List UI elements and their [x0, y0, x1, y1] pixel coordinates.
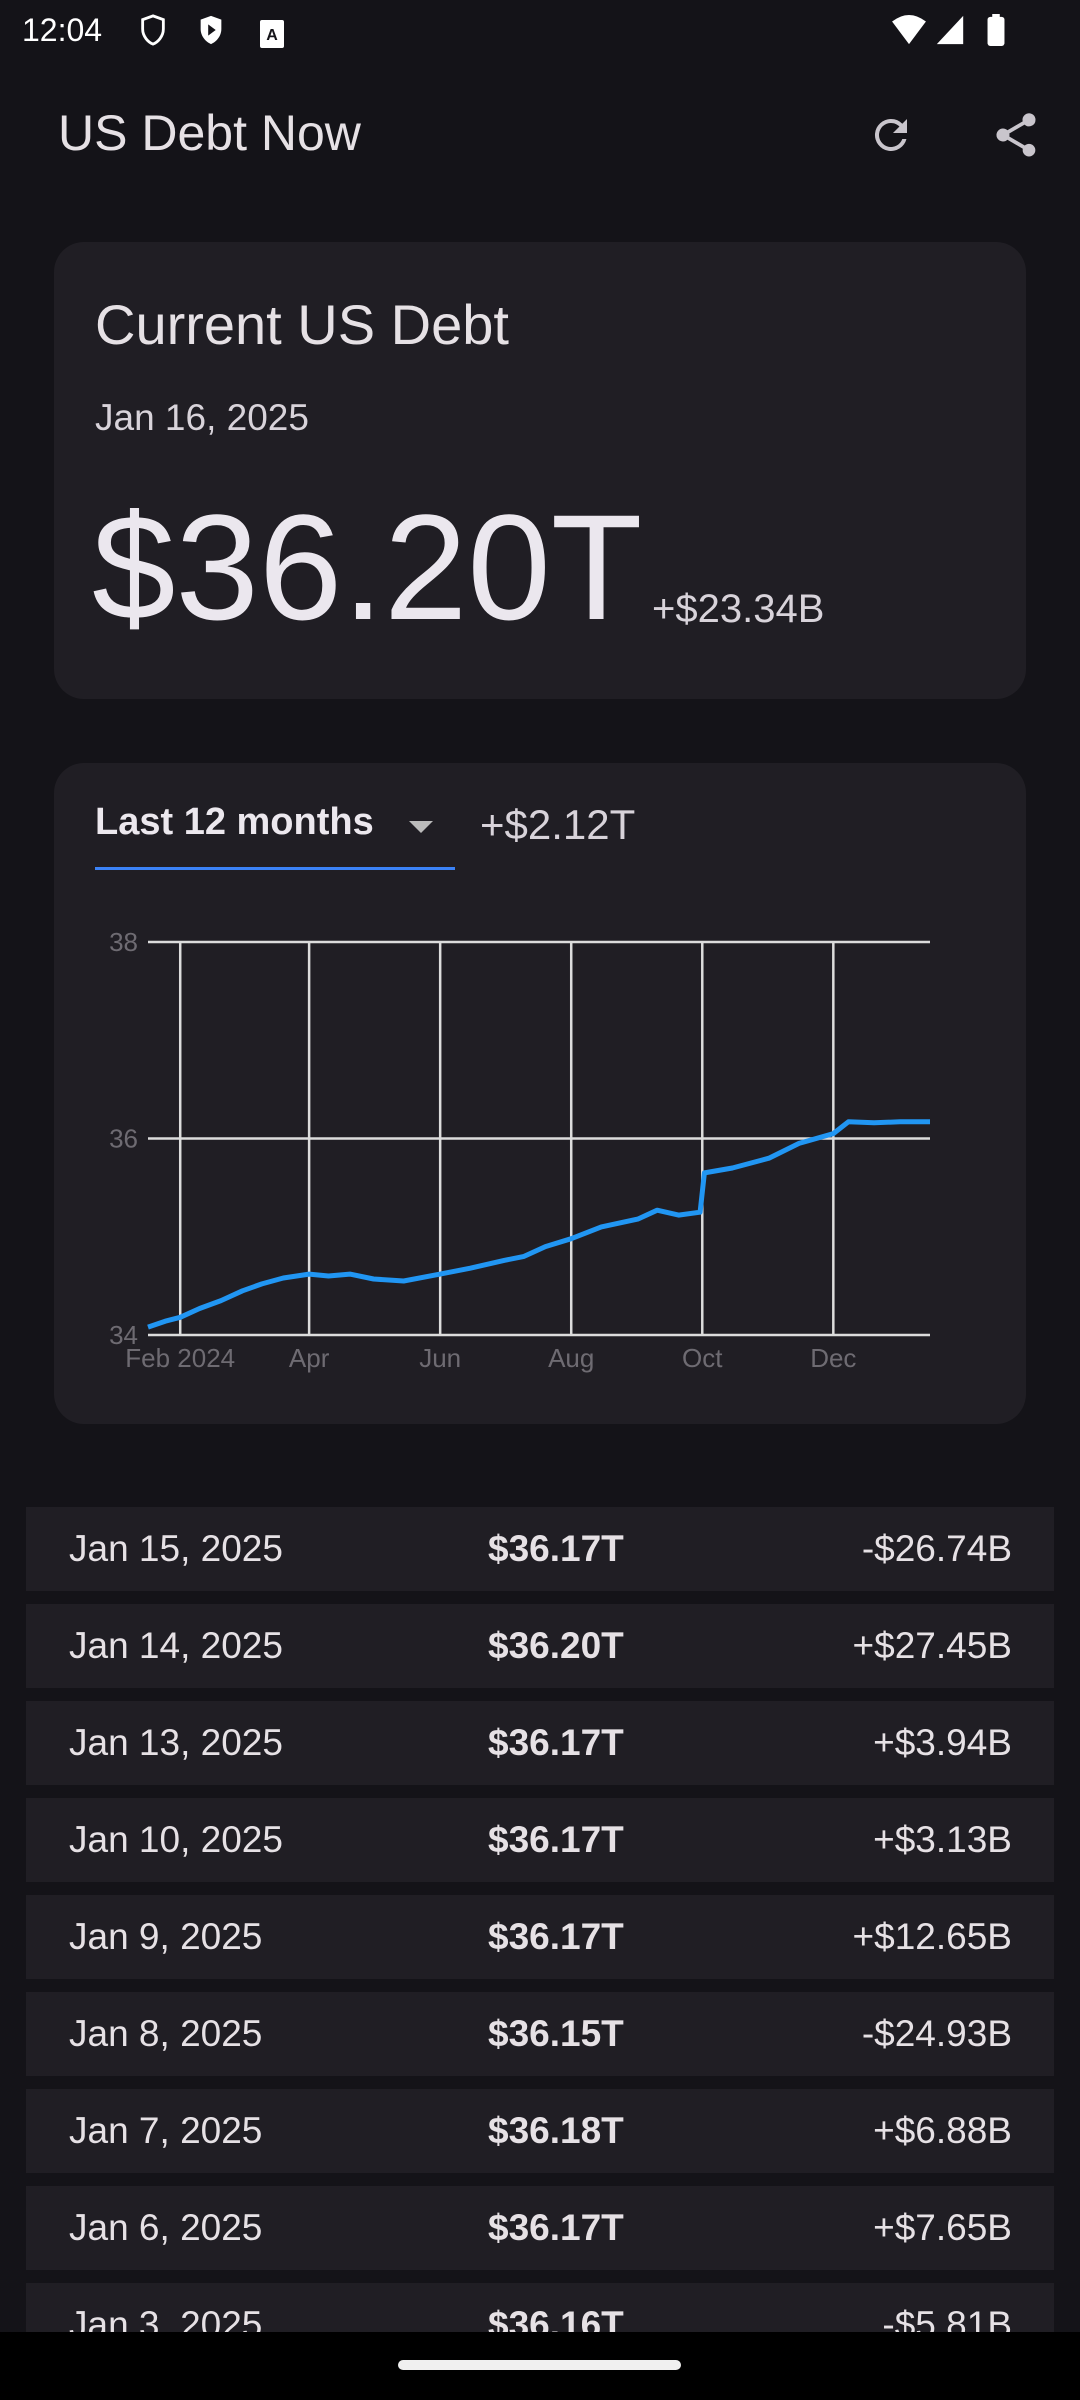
svg-text:A: A — [266, 27, 278, 44]
x-tick-label: Jun — [419, 1343, 461, 1373]
x-tick-label: Oct — [682, 1343, 723, 1373]
refresh-icon — [874, 118, 907, 151]
row-change: -$26.74B — [861, 1528, 1012, 1569]
row-change: -$5.81B — [882, 2304, 1012, 2332]
history-row[interactable]: Jan 10, 2025 $36.17T +$3.13B — [26, 1798, 1054, 1882]
row-change: +$12.65B — [852, 1916, 1012, 1957]
row-change: +$7.65B — [873, 2207, 1012, 2248]
x-tick-label: Dec — [810, 1343, 856, 1373]
row-change: +$3.94B — [873, 1722, 1012, 1763]
play-shield-icon — [200, 15, 222, 45]
share-icon — [996, 113, 1036, 157]
battery-icon — [987, 14, 1005, 46]
row-value: $36.16T — [488, 2304, 624, 2332]
row-value: $36.17T — [488, 1722, 624, 1763]
row-date: Jan 9, 2025 — [69, 1916, 263, 1957]
debt-series-line — [147, 1119, 930, 1330]
row-change: -$24.93B — [861, 2013, 1012, 2054]
row-value: $36.17T — [488, 1916, 624, 1957]
row-date: Jan 13, 2025 — [69, 1722, 283, 1763]
current-debt-card: Current US Debt Jan 16, 2025 $36.20T +$2… — [54, 242, 1026, 699]
history-row[interactable]: Jan 6, 2025 $36.17T +$7.65B — [26, 2186, 1054, 2270]
row-value: $36.17T — [488, 1528, 624, 1569]
row-change: +$6.88B — [873, 2110, 1012, 2151]
current-debt-change: +$23.34B — [652, 587, 825, 631]
y-tick-label: 38 — [109, 927, 138, 957]
row-value: $36.17T — [488, 2207, 624, 2248]
history-chart-card: Last 12 months +$2.12T 34 36 38 Feb 2024 Apr… — [54, 763, 1026, 1424]
font-a-icon: A — [260, 20, 284, 48]
status-bar: 12:04 A — [0, 0, 1080, 64]
history-row[interactable]: Jan 3, 2025 $36.16T -$5.81B — [26, 2283, 1054, 2332]
x-tick-label: Aug — [548, 1343, 594, 1373]
x-tick-label: Apr — [289, 1343, 330, 1373]
share-button[interactable] — [980, 99, 1052, 171]
row-date: Jan 14, 2025 — [69, 1625, 283, 1666]
row-value: $36.17T — [488, 1819, 624, 1860]
navigation-bar — [0, 2332, 1080, 2400]
row-change: +$3.13B — [873, 1819, 1012, 1860]
row-date: Jan 3, 2025 — [69, 2304, 263, 2332]
app-title: US Debt Now — [58, 105, 361, 161]
row-value: $36.15T — [488, 2013, 624, 2054]
history-row[interactable]: Jan 14, 2025 $36.20T +$27.45B — [26, 1604, 1054, 1688]
row-date: Jan 15, 2025 — [69, 1528, 283, 1569]
home-gesture-handle[interactable] — [398, 2360, 681, 2370]
row-change: +$27.45B — [852, 1625, 1012, 1666]
wifi-icon — [892, 14, 926, 45]
card-title: Current US Debt — [95, 293, 509, 356]
debt-line-chart: 343638Feb 2024 Apr Jun Aug Oct Dec — [109, 927, 930, 1373]
history-row[interactable]: Jan 13, 2025 $36.17T +$3.94B — [26, 1701, 1054, 1785]
app-bar: US Debt Now — [0, 64, 1080, 204]
row-value: $36.20T — [488, 1625, 624, 1666]
y-tick-label: 36 — [109, 1124, 138, 1154]
row-date: Jan 8, 2025 — [69, 2013, 263, 2054]
status-time: 12:04 — [22, 12, 103, 48]
row-date: Jan 7, 2025 — [69, 2110, 263, 2151]
shield-icon — [141, 14, 165, 46]
history-row[interactable]: Jan 9, 2025 $36.17T +$12.65B — [26, 1895, 1054, 1979]
history-list[interactable]: Jan 15, 2025 $36.17T -$26.74B Jan 14, 2025 $… — [0, 1507, 1080, 2332]
history-row[interactable]: Jan 7, 2025 $36.18T +$6.88B — [26, 2089, 1054, 2173]
history-row[interactable]: Jan 8, 2025 $36.15T -$24.93B — [26, 1992, 1054, 2076]
row-value: $36.18T — [488, 2110, 624, 2151]
current-debt-value: $36.20T — [92, 483, 643, 651]
signal-icon — [936, 15, 964, 45]
row-date: Jan 6, 2025 — [69, 2207, 263, 2248]
refresh-button[interactable] — [855, 99, 927, 171]
row-date: Jan 10, 2025 — [69, 1819, 283, 1860]
history-row[interactable]: Jan 15, 2025 $36.17T -$26.74B — [26, 1507, 1054, 1591]
current-date: Jan 16, 2025 — [95, 397, 309, 438]
x-tick-label: Feb 2024 — [125, 1343, 235, 1373]
